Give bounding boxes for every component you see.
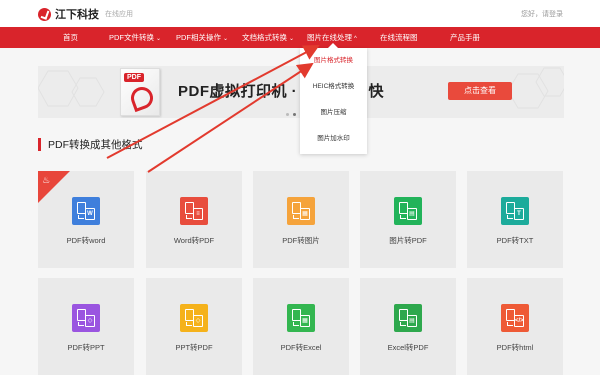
convert-arrow-icon: [293, 322, 299, 326]
convert-arrow-icon: [186, 322, 192, 326]
section-title: PDF转换成其他格式: [48, 139, 143, 151]
dropdown-item-watermark[interactable]: 图片加水印: [300, 126, 367, 152]
tool-card[interactable]: T PDF转TXT: [467, 171, 563, 268]
dropdown-item-compress[interactable]: 图片压缩: [300, 100, 367, 126]
chevron-down-icon: ⌄: [289, 36, 295, 42]
tool-card[interactable]: ≡ Word转PDF: [146, 171, 242, 268]
banner-view-button[interactable]: 点击查看: [448, 82, 512, 100]
target-doc-icon: T: [514, 208, 524, 220]
convert-arrow-icon: [400, 215, 406, 219]
dropdown-item-image-format[interactable]: 图片格式转换: [300, 48, 367, 74]
convert-icon: ▦: [287, 304, 315, 332]
convert-icon: </>: [501, 304, 529, 332]
convert-arrow-icon: [186, 215, 192, 219]
nav-flowchart-label: 在线流程图: [380, 33, 418, 42]
tool-card[interactable]: ▦ PDF转Excel: [253, 278, 349, 375]
target-doc-icon: ◇: [85, 315, 95, 327]
tool-card[interactable]: ▤ 图片转PDF: [360, 171, 456, 268]
convert-arrow-icon: [507, 215, 513, 219]
pdf-tag: PDF: [124, 73, 144, 82]
tool-card[interactable]: ◇ PPT转PDF: [146, 278, 242, 375]
nav-manual-label: 产品手册: [450, 33, 480, 42]
target-doc-icon: ≡: [193, 208, 203, 220]
section-header: PDF转换成其他格式: [38, 138, 143, 151]
target-doc-icon: ▤: [407, 208, 417, 220]
convert-arrow-icon: [78, 215, 84, 219]
logo-subtitle: 在线应用: [105, 11, 133, 18]
nav-image-tools-label: 图片在线处理: [307, 33, 352, 42]
convert-icon: ◇: [180, 304, 208, 332]
chevron-down-icon: ⌄: [156, 36, 162, 42]
nav-doc-convert-label: 文档格式转换: [242, 33, 287, 42]
nav-pdf-ops-label: PDF相关操作: [176, 33, 221, 42]
convert-arrow-icon: [293, 215, 299, 219]
chevron-down-icon: ⌄: [223, 36, 229, 42]
convert-icon: W: [72, 197, 100, 225]
site-logo[interactable]: 江下科技: [38, 6, 99, 22]
tool-card[interactable]: ◇ PDF转PPT: [38, 278, 134, 375]
target-doc-icon: ◇: [193, 315, 203, 327]
pdf-logo-icon: [127, 83, 157, 113]
target-doc-icon: ▤: [407, 315, 417, 327]
nav-pdf-ops[interactable]: PDF相关操作 ⌄: [176, 27, 228, 48]
carousel-dot[interactable]: [286, 113, 289, 116]
tool-card-label: Word转PDF: [173, 236, 215, 245]
pdf-product-box: PDF: [120, 68, 160, 116]
target-doc-icon: ▦: [300, 208, 310, 220]
target-doc-icon: W: [85, 208, 95, 220]
tool-card-label: PDF转TXT: [496, 236, 534, 245]
tool-card-label: PDF转Excel: [280, 343, 322, 352]
tool-card[interactable]: ▤ Excel转PDF: [360, 278, 456, 375]
nav-doc-convert[interactable]: 文档格式转换 ⌄: [242, 27, 294, 48]
top-bar: 江下科技 在线应用 您好，请登录: [0, 0, 600, 27]
target-doc-icon: </>: [514, 315, 524, 327]
convert-arrow-icon: [507, 322, 513, 326]
tool-card-label: PDF转html: [496, 343, 534, 352]
logo-icon: [38, 7, 51, 21]
login-link[interactable]: 您好，请登录: [521, 9, 563, 19]
flame-icon: ♨: [42, 175, 51, 185]
convert-icon: T: [501, 197, 529, 225]
convert-icon: ▤: [394, 304, 422, 332]
main-nav: 首页 PDF文件转换 ⌄ PDF相关操作 ⌄ 文档格式转换 ⌄ 图片在线处理 ^ 在线流…: [0, 27, 600, 48]
tool-card[interactable]: </> PDF转html: [467, 278, 563, 375]
nav-pdf-convert-label: PDF文件转换: [109, 33, 154, 42]
nav-manual[interactable]: 产品手册: [450, 27, 480, 48]
tool-card-label: 图片转PDF: [389, 236, 427, 245]
logo-text: 江下科技: [55, 9, 99, 21]
target-doc-icon: ▦: [300, 315, 310, 327]
tool-card-label: PDF转图片: [282, 236, 320, 245]
chevron-up-icon: ^: [354, 36, 357, 42]
convert-icon: ≡: [180, 197, 208, 225]
tool-card-label: PDF转PPT: [67, 343, 105, 352]
convert-icon: ▤: [394, 197, 422, 225]
nav-pdf-convert[interactable]: PDF文件转换 ⌄: [109, 27, 161, 48]
convert-arrow-icon: [400, 322, 406, 326]
section-marker: [38, 138, 41, 151]
tool-card[interactable]: ♨ W PDF转word: [38, 171, 134, 268]
tool-card[interactable]: ▦ PDF转图片: [253, 171, 349, 268]
nav-home[interactable]: 首页: [63, 27, 78, 48]
nav-flowchart[interactable]: 在线流程图: [380, 27, 418, 48]
image-tools-dropdown: 图片格式转换 HEIC格式转换 图片压缩 图片加水印: [300, 43, 367, 154]
dropdown-item-heic[interactable]: HEIC格式转换: [300, 74, 367, 100]
carousel-dot[interactable]: [293, 113, 296, 116]
convert-icon: ▦: [287, 197, 315, 225]
nav-home-label: 首页: [63, 33, 78, 42]
convert-icon: ◇: [72, 304, 100, 332]
tool-card-label: PPT转PDF: [175, 343, 213, 352]
convert-arrow-icon: [78, 322, 84, 326]
tool-card-label: PDF转word: [66, 236, 106, 245]
tool-card-label: Excel转PDF: [387, 343, 429, 352]
